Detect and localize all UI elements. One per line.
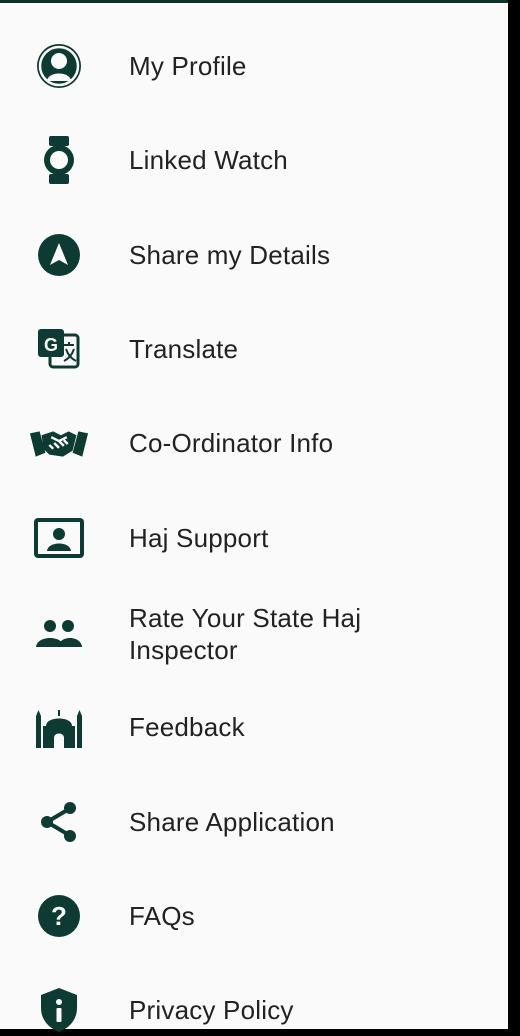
share-icon bbox=[28, 797, 90, 847]
menu-item-faqs[interactable]: ? FAQs bbox=[0, 890, 508, 942]
menu-item-label: Translate bbox=[129, 334, 239, 364]
menu-item-coordinator-info[interactable]: Co-Ordinator Info bbox=[0, 417, 508, 469]
handshake-icon bbox=[28, 418, 90, 468]
menu-item-linked-watch[interactable]: Linked Watch bbox=[0, 134, 508, 186]
contact-card-icon bbox=[28, 513, 90, 563]
menu-item-label: Share my Details bbox=[129, 240, 331, 270]
shield-info-icon bbox=[28, 985, 90, 1035]
menu-item-share-application[interactable]: Share Application bbox=[0, 796, 508, 848]
watch-icon bbox=[28, 135, 90, 185]
menu-item-my-profile[interactable]: My Profile bbox=[0, 40, 508, 92]
menu-item-label: Co-Ordinator Info bbox=[129, 428, 334, 458]
group-icon bbox=[28, 609, 90, 659]
menu-item-label: Privacy Policy bbox=[129, 995, 294, 1025]
help-circle-icon: ? bbox=[28, 891, 90, 941]
menu-item-privacy-policy[interactable]: Privacy Policy bbox=[0, 984, 508, 1036]
translate-icon: G bbox=[28, 324, 90, 374]
menu-item-label: Linked Watch bbox=[129, 145, 288, 175]
menu-item-label: Share Application bbox=[129, 807, 335, 837]
menu-item-label: Rate Your State Haj Inspector bbox=[129, 603, 362, 665]
scrim[interactable] bbox=[508, 0, 520, 1029]
menu-item-label: FAQs bbox=[129, 901, 195, 931]
menu-item-haj-support[interactable]: Haj Support bbox=[0, 512, 508, 564]
mosque-icon bbox=[28, 702, 90, 752]
menu-item-translate[interactable]: G Translate bbox=[0, 323, 508, 375]
profile-icon bbox=[28, 41, 90, 91]
menu-item-label: Feedback bbox=[129, 712, 245, 742]
menu-item-feedback[interactable]: Feedback bbox=[0, 701, 508, 753]
menu-item-label: My Profile bbox=[129, 51, 247, 81]
menu-item-label: Haj Support bbox=[129, 523, 269, 553]
navigation-drawer: My Profile Linked Watch Share my Details bbox=[0, 0, 508, 1032]
svg-text:?: ? bbox=[51, 901, 67, 931]
status-strip bbox=[0, 0, 508, 3]
menu-item-share-my-details[interactable]: Share my Details bbox=[0, 229, 508, 281]
svg-text:G: G bbox=[44, 335, 58, 355]
navigation-arrow-icon bbox=[28, 230, 90, 280]
menu-item-rate-inspector[interactable]: Rate Your State Haj Inspector bbox=[0, 600, 508, 668]
